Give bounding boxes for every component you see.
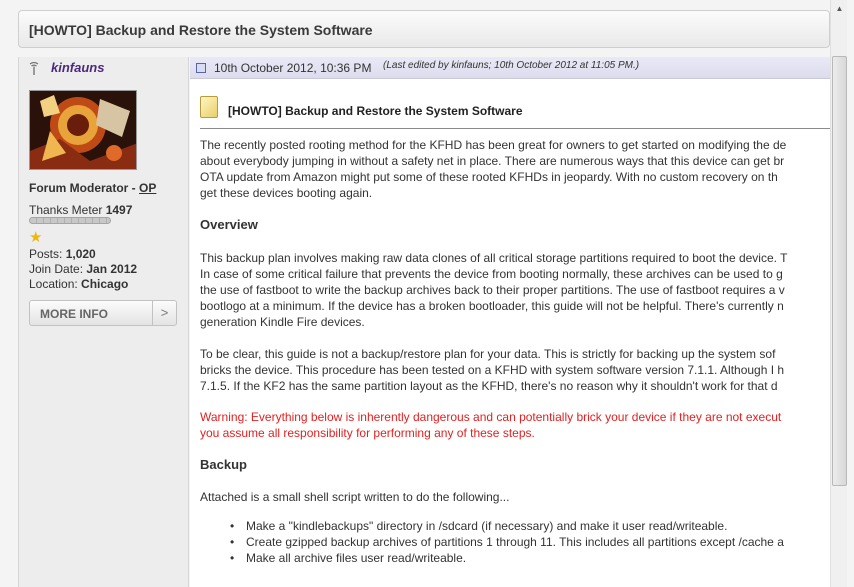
online-status-icon [29, 62, 39, 75]
backup-heading: Backup [200, 457, 247, 472]
overview-heading: Overview [200, 217, 258, 232]
vertical-scrollbar[interactable]: ▲ [830, 0, 847, 587]
posts-count: Posts: 1,020 [29, 247, 96, 261]
overview-paragraph: This backup plan involves making raw dat… [200, 251, 788, 329]
post: kinfauns Forum Moderator - OP Thanks Met… [18, 57, 830, 587]
location: Location: Chicago [29, 277, 129, 291]
forum-page: [HOWTO] Backup and Restore the System So… [0, 0, 854, 587]
post-date: 10th October 2012, 10:36 PM [214, 61, 372, 75]
post-content: 10th October 2012, 10:36 PM (Last edited… [190, 57, 830, 587]
more-info-label: MORE INFO [40, 307, 108, 321]
join-date: Join Date: Jan 2012 [29, 262, 138, 276]
username-link[interactable]: kinfauns [51, 60, 104, 75]
thread-title: [HOWTO] Backup and Restore the System So… [18, 10, 830, 48]
thanks-value: 1497 [105, 203, 133, 217]
list-item: Create gzipped backup archives of partit… [230, 534, 784, 550]
post-icon [196, 63, 206, 73]
thanks-meter-label: Thanks Meter 1497 [29, 203, 133, 217]
more-info-arrow-icon[interactable]: > [152, 301, 176, 325]
backup-steps-list: Make a "kindlebackups" directory in /sdc… [230, 518, 784, 566]
intro-paragraph: The recently posted rooting method for t… [200, 138, 787, 200]
scroll-thumb[interactable] [832, 56, 847, 486]
title-divider [200, 128, 830, 129]
scroll-up-arrow-icon[interactable]: ▲ [831, 0, 848, 17]
thanks-meter-bar [29, 217, 111, 224]
user-info-panel: kinfauns Forum Moderator - OP Thanks Met… [19, 57, 189, 587]
op-link[interactable]: OP [139, 181, 156, 195]
post-title: [HOWTO] Backup and Restore the System So… [228, 104, 523, 118]
backup-intro: Attached is a small shell script written… [200, 490, 510, 504]
list-item: Make all archive files user read/writeab… [230, 550, 784, 566]
user-header: kinfauns [19, 57, 189, 79]
clarify-paragraph: To be clear, this guide is not a backup/… [200, 347, 785, 393]
avatar-image [30, 91, 136, 169]
more-info-button[interactable]: MORE INFO > [29, 300, 177, 326]
list-item: Make a "kindlebackups" directory in /sdc… [230, 518, 784, 534]
warning-paragraph: Warning: Everything below is inherently … [200, 410, 782, 440]
star-icon: ★ [29, 229, 43, 246]
post-header: 10th October 2012, 10:36 PM (Last edited… [190, 57, 830, 79]
post-title-icon [200, 96, 218, 118]
post-edited-note: (Last edited by kinfauns; 10th October 2… [383, 60, 640, 71]
user-avatar[interactable] [29, 90, 137, 170]
user-rank: Forum Moderator - OP [29, 181, 157, 195]
